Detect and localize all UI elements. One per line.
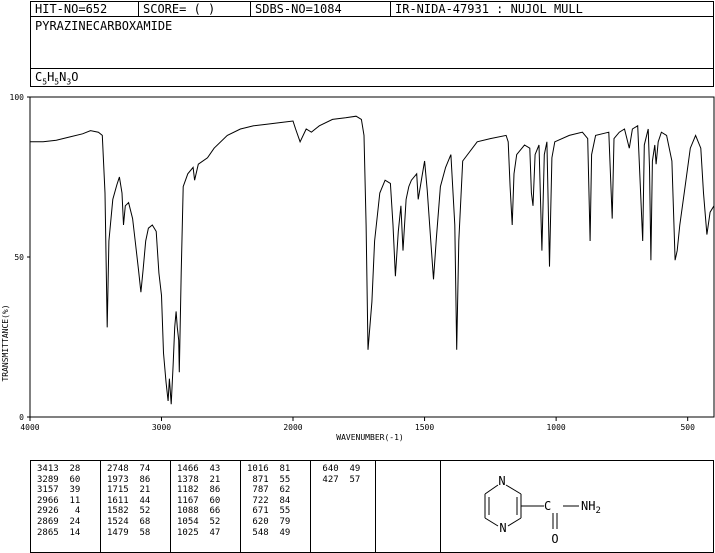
x-tick-label: 4000 <box>20 423 39 432</box>
compound-name-box: PYRAZINECARBOXAMIDE <box>30 17 714 69</box>
peak-values: 3413 28 3289 60 3157 39 2966 11 2926 4 2… <box>37 464 81 538</box>
x-tick-label: 1000 <box>546 423 565 432</box>
peak-values: 1016 81 871 55 787 62 722 84 671 55 620 … <box>247 464 291 538</box>
spectrum-line <box>30 115 715 405</box>
amide-nh2: NH2 <box>581 499 601 516</box>
hit-number: HIT-NO=652 <box>31 2 139 17</box>
x-axis-ticks: 4000 3000 2000 1500 1000 500 <box>20 417 695 432</box>
molecular-formula: C5H5N3O <box>35 70 79 87</box>
x-tick-label: 2000 <box>283 423 302 432</box>
score: SCORE= ( ) <box>139 2 251 17</box>
x-tick-label: 500 <box>680 423 695 432</box>
y-tick-label: 100 <box>10 93 25 102</box>
structure-diagram: N N C O NH2 <box>484 474 601 546</box>
ring-nitrogen-top: N <box>498 474 505 488</box>
x-axis-label: WAVENUMBER(-1) <box>336 433 403 442</box>
peak-col-2: 2748 74 1973 86 1715 21 1611 44 1582 52 … <box>101 461 171 553</box>
peak-values: 640 49 427 57 <box>322 464 361 485</box>
ir-spectrum-chart: 4000 3000 2000 1500 1000 500 100500 WAVENUMBE… <box>1 93 715 442</box>
y-tick-label: 0 <box>19 413 24 422</box>
ring-nitrogen-bottom: N <box>499 521 506 535</box>
peak-col-3: 1466 43 1378 21 1182 86 1167 60 1088 66 … <box>171 461 241 553</box>
carbonyl-oxygen: O <box>551 532 558 546</box>
compound-name: PYRAZINECARBOXAMIDE <box>35 19 173 33</box>
x-tick-label: 3000 <box>152 423 171 432</box>
y-axis-label: TRANSMITTANCE(%) <box>1 304 10 381</box>
plot-frame <box>29 96 715 418</box>
peak-col-5: 640 49 427 57 <box>311 461 376 553</box>
peak-col-4: 1016 81 871 55 787 62 722 84 671 55 620 … <box>241 461 311 553</box>
peak-col-empty <box>376 461 441 553</box>
peak-col-1: 3413 28 3289 60 3157 39 2966 11 2926 4 2… <box>31 461 101 553</box>
header-bar: HIT-NO=652 SCORE= ( ) SDBS-NO=1084 IR-NI… <box>30 1 714 17</box>
formula-box: C5H5N3O <box>30 69 714 87</box>
carbonyl-carbon: C <box>544 499 551 513</box>
x-tick-label: 1500 <box>415 423 434 432</box>
peak-values: 1466 43 1378 21 1182 86 1167 60 1088 66 … <box>177 464 221 538</box>
peak-values: 2748 74 1973 86 1715 21 1611 44 1582 52 … <box>107 464 151 538</box>
sdbs-number: SDBS-NO=1084 <box>251 2 391 17</box>
ir-source: IR-NIDA-47931 : NUJOL MULL <box>395 2 583 16</box>
y-tick-label: 50 <box>14 253 24 262</box>
y-axis-ticks: 100 50 0 <box>10 93 30 422</box>
peak-table: 3413 28 3289 60 3157 39 2966 11 2926 4 2… <box>30 460 714 553</box>
